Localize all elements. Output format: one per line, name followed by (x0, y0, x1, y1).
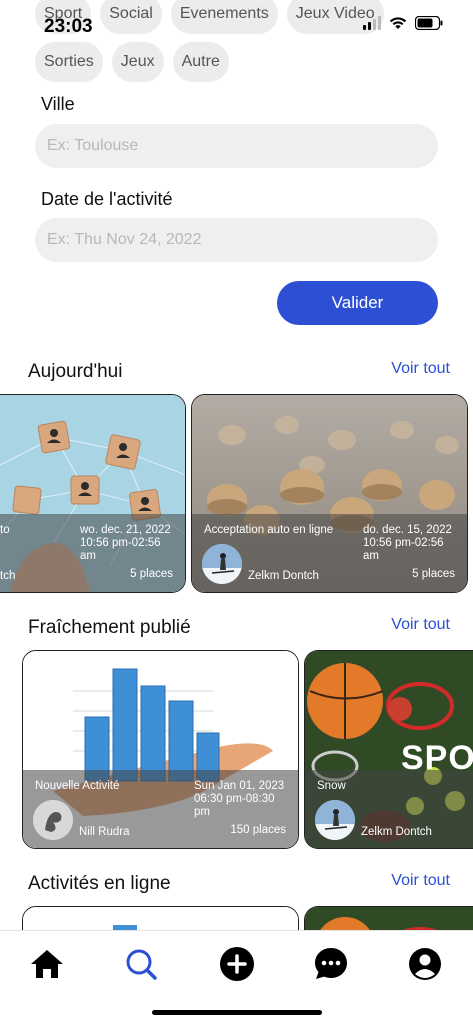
author-avatar (202, 544, 242, 584)
category-row-2: Sorties Jeux Autre (35, 42, 455, 82)
activity-card-fresh-1[interactable]: Nouvelle Activité Sun Jan 01, 2023 06:30… (22, 650, 299, 849)
chip-jeux[interactable]: Jeux (111, 42, 164, 82)
card-overlay: Snow Zelkm Dontch (305, 770, 473, 848)
card-author: Nill Rudra (79, 826, 130, 838)
home-indicator (152, 1010, 322, 1015)
card-time-suffix: am (80, 550, 96, 562)
card-time-line: 10:56 pm-02:56 (363, 537, 444, 549)
valider-button[interactable]: Valider (277, 281, 438, 325)
nav-profile[interactable] (406, 945, 444, 983)
card-date-line: wo. dec. 21, 2022 (80, 524, 171, 536)
activity-card-fresh-2[interactable]: SPO Snow Zelkm Dontch (304, 650, 473, 849)
see-all-today-link[interactable]: Voir tout (391, 360, 450, 378)
card-time-line: 10:56 pm-02:56 (80, 537, 161, 549)
skier-avatar-image (202, 544, 242, 584)
see-all-fresh-link[interactable]: Voir tout (391, 616, 450, 634)
activity-card-today-1[interactable]: to wo. dec. 21, 2022 10:56 pm-02:56 am t… (0, 394, 186, 593)
dragon-avatar-image (33, 800, 73, 840)
battery-icon (415, 16, 443, 30)
card-time-suffix: am (363, 550, 379, 562)
section-title-fresh: Fraîchement publié (28, 617, 191, 638)
card-places: 150 places (230, 824, 286, 836)
cellular-signal-icon (363, 16, 381, 30)
card-date-line: do. dec. 15, 2022 (363, 524, 452, 536)
card-overlay: Acceptation auto en ligne do. dec. 15, 2… (192, 514, 467, 592)
card-title: to (0, 524, 10, 536)
nav-chat[interactable] (312, 945, 350, 983)
card-title: Snow (317, 780, 346, 792)
card-date: Sun Jan 01, 2023 06:30 pm-08:30 pm (194, 780, 284, 819)
card-time-suffix: pm (194, 806, 210, 818)
card-author: tch (0, 570, 16, 582)
wifi-icon (389, 17, 407, 29)
card-author: Zelkm Dontch (361, 826, 432, 838)
nav-add[interactable] (218, 945, 256, 983)
nav-search[interactable] (122, 945, 160, 983)
add-icon (220, 947, 254, 981)
see-all-online-link[interactable]: Voir tout (391, 872, 450, 890)
card-time-line: 06:30 pm-08:30 (194, 793, 275, 805)
status-icons (363, 16, 443, 30)
author-avatar (315, 800, 355, 840)
status-time: 23:03 (44, 16, 93, 37)
author-avatar (33, 800, 73, 840)
card-overlay: Nouvelle Activité Sun Jan 01, 2023 06:30… (23, 770, 298, 848)
bottom-navigation (0, 930, 473, 1024)
card-author: Zelkm Dontch (248, 570, 319, 582)
date-label: Date de l'activité (41, 189, 173, 209)
date-input[interactable] (35, 218, 438, 262)
chat-icon (315, 948, 347, 979)
section-title-online: Activités en ligne (28, 873, 171, 894)
ville-label: Ville (41, 94, 75, 114)
card-overlay: to wo. dec. 21, 2022 10:56 pm-02:56 am t… (0, 514, 185, 592)
nav-home[interactable] (28, 945, 66, 983)
activity-card-today-2[interactable]: Acceptation auto en ligne do. dec. 15, 2… (191, 394, 468, 593)
section-title-today: Aujourd'hui (28, 361, 123, 382)
card-places: 5 places (412, 568, 455, 580)
card-date-line: Sun Jan 01, 2023 (194, 780, 285, 792)
chip-autre[interactable]: Autre (172, 42, 229, 82)
chip-sorties[interactable]: Sorties (35, 42, 103, 82)
card-date: wo. dec. 21, 2022 10:56 pm-02:56 am (80, 524, 171, 563)
ville-input[interactable] (35, 124, 438, 168)
status-bar: 23:03 (0, 0, 473, 44)
card-date: do. dec. 15, 2022 10:56 pm-02:56 am (363, 524, 452, 563)
card-title: Nouvelle Activité (35, 780, 120, 792)
home-icon (31, 950, 63, 978)
card-title: Acceptation auto en ligne (204, 524, 334, 536)
card-places: 5 places (130, 568, 173, 580)
skier-avatar-image (315, 800, 355, 840)
profile-icon (409, 948, 441, 980)
search-icon (126, 949, 157, 980)
